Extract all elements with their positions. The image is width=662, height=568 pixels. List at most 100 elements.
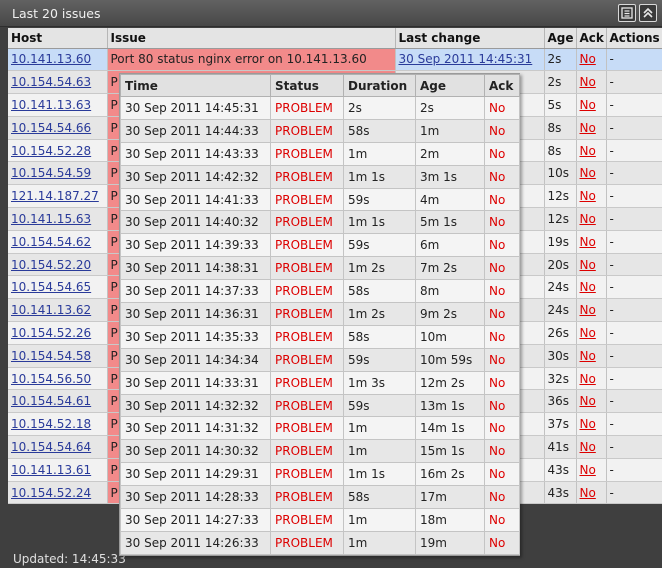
ack-link[interactable]: No — [580, 372, 596, 386]
ack-link[interactable]: No — [580, 212, 596, 226]
actions-cell: - — [606, 458, 662, 482]
host-link[interactable]: 10.154.52.20 — [11, 258, 91, 272]
ack-link[interactable]: No — [580, 121, 596, 135]
event-status: PROBLEM — [270, 302, 344, 326]
col-issue[interactable]: Issue — [107, 28, 396, 49]
last-issues-widget: Last 20 issues Host Issue Last change Ag… — [0, 0, 662, 568]
event-time: 30 Sep 2011 14:44:33 — [120, 118, 271, 143]
host-cell: 10.154.54.61 — [8, 389, 108, 414]
ack-link[interactable]: No — [580, 463, 596, 477]
ack-cell: No — [576, 161, 607, 186]
actions-cell: - — [606, 367, 662, 391]
event-age: 7m 2s — [415, 256, 485, 281]
col-ack[interactable]: Ack — [576, 28, 607, 49]
col-last-change[interactable]: Last change — [395, 28, 545, 49]
age-cell: 2s — [544, 48, 577, 72]
col-age[interactable]: Age — [544, 28, 577, 49]
host-cell: 10.154.54.62 — [8, 230, 108, 254]
host-link[interactable]: 10.154.52.26 — [11, 326, 91, 340]
host-link[interactable]: 10.141.13.61 — [11, 463, 91, 477]
host-cell: 10.154.52.26 — [8, 321, 108, 345]
event-duration: 58s — [343, 324, 416, 349]
age-cell: 20s — [544, 253, 577, 277]
ack-cell: No — [576, 116, 607, 140]
ack-link[interactable]: No — [580, 235, 596, 249]
ack-link[interactable]: No — [580, 98, 596, 112]
event-status: PROBLEM — [270, 439, 344, 464]
event-row: 30 Sep 2011 14:33:31 PROBLEM 1m 3s 12m 2s No — [120, 370, 520, 395]
ack-link[interactable]: No — [580, 394, 596, 408]
actions-cell: - — [606, 207, 662, 231]
age-cell: 5s — [544, 93, 577, 117]
host-link[interactable]: 10.141.13.63 — [11, 98, 91, 112]
ack-link[interactable]: No — [580, 417, 596, 431]
issue-cell[interactable]: Port 80 status nginx error on 10.141.13.… — [107, 48, 396, 72]
ack-link[interactable]: No — [580, 280, 596, 294]
popup-col-age: Age — [415, 74, 485, 97]
age-cell: 2s — [544, 70, 577, 95]
popup-col-ack: Ack — [484, 74, 520, 97]
event-time: 30 Sep 2011 14:43:33 — [120, 141, 271, 166]
host-cell: 10.154.52.28 — [8, 139, 108, 163]
event-row: 30 Sep 2011 14:41:33 PROBLEM 59s 4m No — [120, 187, 520, 212]
ack-cell: No — [576, 481, 607, 505]
host-link[interactable]: 10.154.54.63 — [11, 75, 91, 89]
ack-link[interactable]: No — [580, 349, 596, 363]
table-row[interactable]: 10.141.13.60 Port 80 status nginx error o… — [8, 48, 662, 72]
event-status: PROBLEM — [270, 279, 344, 304]
last-change-cell: 30 Sep 2011 14:45:31 — [395, 48, 545, 72]
host-cell: 10.141.15.63 — [8, 207, 108, 231]
host-cell: 10.141.13.63 — [8, 93, 108, 117]
event-time: 30 Sep 2011 14:32:32 — [120, 393, 271, 418]
event-row: 30 Sep 2011 14:42:32 PROBLEM 1m 1s 3m 1s No — [120, 164, 520, 189]
event-time: 30 Sep 2011 14:37:33 — [120, 279, 271, 304]
collapse-icon[interactable] — [639, 4, 657, 22]
ack-link[interactable]: No — [580, 75, 596, 89]
host-cell: 10.154.54.66 — [8, 116, 108, 140]
ack-link[interactable]: No — [580, 486, 596, 500]
ack-link[interactable]: No — [580, 258, 596, 272]
col-host[interactable]: Host — [8, 28, 108, 49]
host-link[interactable]: 10.141.13.62 — [11, 303, 91, 317]
host-link[interactable]: 10.154.54.64 — [11, 440, 91, 454]
host-link[interactable]: 121.14.187.27 — [11, 189, 99, 203]
ack-link[interactable]: No — [580, 144, 596, 158]
last-change-link[interactable]: 30 Sep 2011 14:45:31 — [399, 52, 533, 66]
host-link[interactable]: 10.141.15.63 — [11, 212, 91, 226]
ack-link[interactable]: No — [580, 189, 596, 203]
event-status: PROBLEM — [270, 256, 344, 281]
age-cell: 10s — [544, 161, 577, 186]
host-link[interactable]: 10.154.54.62 — [11, 235, 91, 249]
host-link[interactable]: 10.154.54.65 — [11, 280, 91, 294]
actions-cell: - — [606, 253, 662, 277]
event-ack: No — [484, 233, 520, 258]
actions-cell: - — [606, 116, 662, 140]
host-link[interactable]: 10.154.52.18 — [11, 417, 91, 431]
ack-link[interactable]: No — [580, 326, 596, 340]
age-cell: 24s — [544, 275, 577, 300]
event-ack: No — [484, 393, 520, 418]
popup-col-duration: Duration — [343, 74, 416, 97]
ack-link[interactable]: No — [580, 52, 596, 66]
ack-link[interactable]: No — [580, 303, 596, 317]
ack-link[interactable]: No — [580, 440, 596, 454]
menu-icon[interactable] — [618, 4, 636, 22]
event-row: 30 Sep 2011 14:44:33 PROBLEM 58s 1m No — [120, 118, 520, 143]
host-link[interactable]: 10.154.54.66 — [11, 121, 91, 135]
host-link[interactable]: 10.154.54.59 — [11, 166, 91, 180]
host-link[interactable]: 10.141.13.60 — [11, 52, 91, 66]
event-status: PROBLEM — [270, 210, 344, 235]
host-link[interactable]: 10.154.54.61 — [11, 394, 91, 408]
host-link[interactable]: 10.154.52.24 — [11, 486, 91, 500]
ack-cell: No — [576, 367, 607, 391]
actions-cell: - — [606, 344, 662, 368]
col-actions: Actions — [606, 28, 662, 49]
actions-cell: - — [606, 93, 662, 117]
widget-header: Last 20 issues — [0, 0, 662, 27]
event-ack: No — [484, 462, 520, 487]
host-cell: 10.154.52.24 — [8, 481, 108, 505]
host-link[interactable]: 10.154.52.28 — [11, 144, 91, 158]
ack-link[interactable]: No — [580, 166, 596, 180]
host-link[interactable]: 10.154.56.50 — [11, 372, 91, 386]
host-link[interactable]: 10.154.54.58 — [11, 349, 91, 363]
